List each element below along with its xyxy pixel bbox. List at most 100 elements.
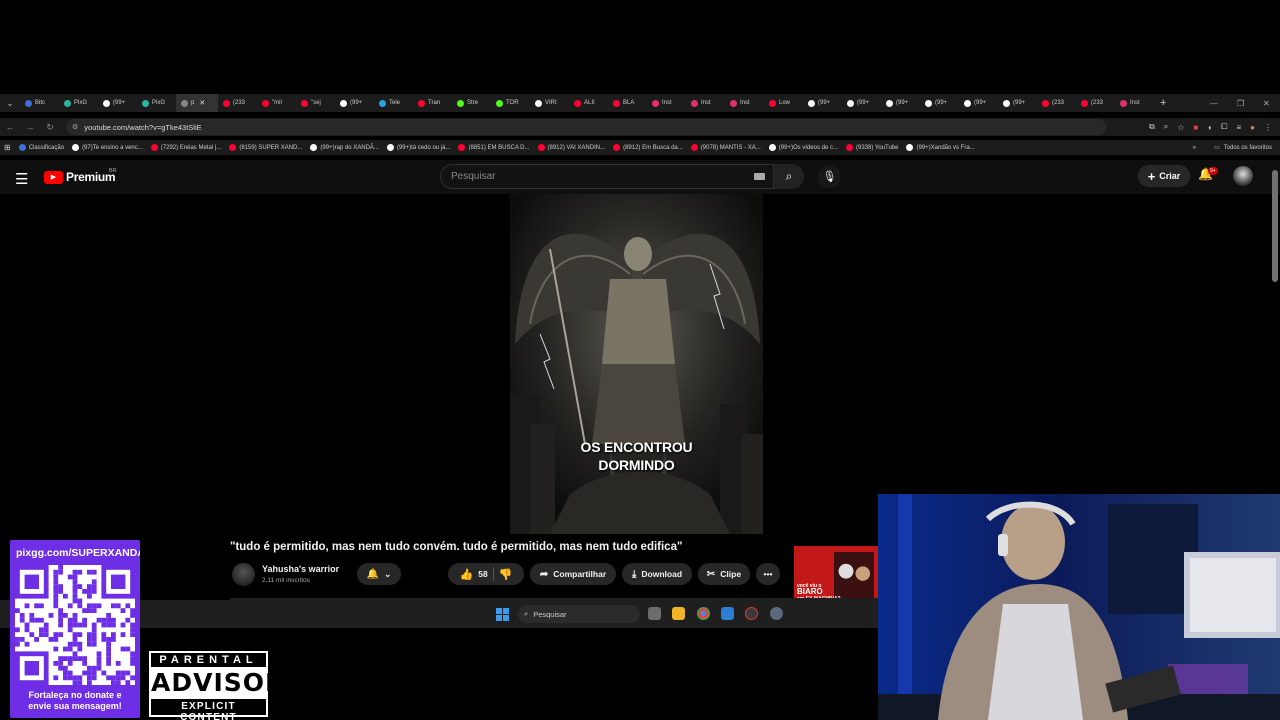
profile-avatar-icon[interactable]: ●: [1250, 123, 1255, 132]
channel-avatar[interactable]: [232, 563, 255, 586]
browser-tab[interactable]: Tran: [413, 94, 452, 112]
browser-tab[interactable]: Inst: [686, 94, 725, 112]
extension-volume-icon[interactable]: ◖: [1207, 123, 1212, 132]
browser-tab[interactable]: PixG: [59, 94, 98, 112]
back-icon[interactable]: ←: [0, 122, 20, 132]
bookmark-item[interactable]: (97)Te ensino a venc...: [68, 144, 147, 151]
reload-icon[interactable]: ↻: [40, 122, 60, 133]
task-view-icon[interactable]: [648, 607, 661, 620]
apps-grid-icon[interactable]: ⊞: [0, 143, 15, 152]
more-actions-button[interactable]: •••: [756, 563, 780, 585]
obs-icon[interactable]: [745, 607, 758, 620]
media-controls-icon[interactable]: ≡: [1236, 123, 1241, 132]
bookmark-item[interactable]: (8851) EM BUSCA D...: [454, 144, 533, 151]
browser-tab[interactable]: Inst: [647, 94, 686, 112]
bookmark-item[interactable]: (9338) YouTube: [842, 144, 902, 151]
bookmark-label: Classificação: [28, 144, 65, 151]
bookmark-item[interactable]: (99+)Os vídeos de c...: [765, 144, 842, 151]
logo-text: Premium: [66, 170, 116, 184]
browser-tab[interactable]: (233: [1037, 94, 1076, 112]
browser-tab[interactable]: (99+: [98, 94, 137, 112]
bookmark-item[interactable]: (99+)tá cedo ou já...: [383, 144, 455, 151]
thumbs-down-icon[interactable]: 👎: [499, 568, 513, 581]
bookmark-item[interactable]: (99+)rap do XANDÃ...: [306, 144, 383, 151]
browser-tab[interactable]: (99+: [959, 94, 998, 112]
browser-tab[interactable]: Inst: [1115, 94, 1154, 112]
browser-tab[interactable]: (99+: [920, 94, 959, 112]
browser-tab[interactable]: Inst: [725, 94, 764, 112]
forward-icon[interactable]: →: [20, 122, 40, 132]
bookmark-star-icon[interactable]: ☆: [1177, 123, 1184, 132]
browser-tab[interactable]: "sej: [296, 94, 335, 112]
browser-tab[interactable]: ALII: [569, 94, 608, 112]
browser-tab[interactable]: BLA: [608, 94, 647, 112]
minimize-icon[interactable]: —: [1210, 94, 1218, 112]
youtube-logo[interactable]: ▶ Premium: [44, 170, 116, 184]
extension-red-icon[interactable]: ■: [1193, 123, 1198, 132]
browser-tab[interactable]: p ✕: [176, 94, 218, 112]
bookmark-item[interactable]: (8912) VAI XANDIN...: [534, 144, 610, 151]
site-info-icon[interactable]: ⚙: [72, 123, 78, 131]
browser-tab[interactable]: "mil: [257, 94, 296, 112]
search-button[interactable]: ⌕: [774, 164, 804, 189]
browser-tab[interactable]: Stre: [452, 94, 491, 112]
video-player[interactable]: OS ENCONTROU DORMINDO: [510, 194, 763, 534]
bookmark-item[interactable]: (8912) Em Busca da...: [609, 144, 687, 151]
donate-message: Fortaleça no donate e envie sua mensagem…: [10, 690, 140, 712]
browser-tab[interactable]: Bitc: [20, 94, 59, 112]
clip-button[interactable]: ✂ Clipe: [698, 563, 750, 585]
like-button[interactable]: 👍 58: [460, 568, 488, 581]
bookmark-item[interactable]: (7292) Enéas Metal |...: [147, 144, 226, 151]
browser-tab[interactable]: VIRI: [530, 94, 569, 112]
channel-name[interactable]: Yahusha's warrior: [262, 564, 339, 574]
voice-search-button[interactable]: 🎙: [818, 165, 841, 188]
browser-tab[interactable]: (233: [218, 94, 257, 112]
browser-menu-icon[interactable]: ⋮: [1264, 123, 1272, 132]
url-field[interactable]: ⚙ youtube.com/watch?v=gTke43tSliE: [66, 119, 1106, 135]
guide-menu-icon[interactable]: ☰: [15, 170, 28, 188]
search-input[interactable]: Pesquisar: [440, 164, 774, 189]
all-bookmarks[interactable]: » ▭ Todos os favoritos: [1193, 144, 1272, 152]
bookmark-item[interactable]: (9078) MANTIS - XA...: [687, 144, 765, 151]
extensions-puzzle-icon[interactable]: ⧠: [1221, 122, 1227, 132]
tab-label: (99+: [857, 100, 870, 106]
windows-start-icon[interactable]: [496, 608, 509, 621]
zoom-icon[interactable]: ⌕: [1164, 122, 1168, 132]
recommended-video-thumbnail[interactable]: você viu o BIARO em EX-MACHINA?: [794, 546, 878, 602]
bookmark-item[interactable]: (8159) SUPER XAND...: [225, 144, 306, 151]
file-explorer-icon[interactable]: [672, 607, 685, 620]
browser-tab[interactable]: (99+: [881, 94, 920, 112]
download-button[interactable]: ⤓ Download: [622, 563, 692, 585]
chrome-icon[interactable]: [697, 607, 710, 620]
tab-favicon-icon: [181, 99, 188, 107]
bookmark-item[interactable]: (99+)Xandão vs Fra...: [902, 144, 978, 151]
maximize-icon[interactable]: ❐: [1237, 94, 1244, 112]
browser-tab[interactable]: PixG: [137, 94, 176, 112]
browser-tab[interactable]: (99+: [803, 94, 842, 112]
browser-tab[interactable]: (99+: [335, 94, 374, 112]
account-avatar[interactable]: [1233, 166, 1253, 186]
bookmark-label: (8851) EM BUSCA D...: [468, 144, 530, 151]
tab-close-icon[interactable]: ✕: [199, 99, 205, 107]
bookmark-item[interactable]: Classificação: [15, 144, 68, 151]
page-scrollbar[interactable]: [1272, 170, 1278, 282]
new-tab-plus-icon[interactable]: +: [1160, 97, 1166, 109]
keyboard-icon[interactable]: [754, 173, 765, 180]
browser-tab[interactable]: Tele: [374, 94, 413, 112]
tab-search-chevron-icon[interactable]: ⌄: [0, 94, 20, 112]
browser-tab[interactable]: TOR: [491, 94, 530, 112]
subscribed-notifications-button[interactable]: 🔔 ⌄: [357, 563, 401, 585]
browser-tab[interactable]: (99+: [998, 94, 1037, 112]
close-window-icon[interactable]: ✕: [1263, 94, 1270, 112]
settings-gear-icon[interactable]: [770, 607, 783, 620]
taskbar-search[interactable]: ⌕ Pesquisar: [518, 605, 640, 623]
share-button[interactable]: ➦ Compartilhar: [530, 563, 616, 585]
create-button[interactable]: + Criar: [1138, 165, 1190, 187]
overflow-chevron-icon[interactable]: »: [1193, 145, 1196, 151]
photos-app-icon[interactable]: [721, 607, 734, 620]
browser-tab[interactable]: (99+: [842, 94, 881, 112]
tab-label: (99+: [113, 100, 126, 106]
install-app-icon[interactable]: ⧉: [1149, 122, 1155, 132]
browser-tab[interactable]: (233: [1076, 94, 1115, 112]
browser-tab[interactable]: Low: [764, 94, 803, 112]
